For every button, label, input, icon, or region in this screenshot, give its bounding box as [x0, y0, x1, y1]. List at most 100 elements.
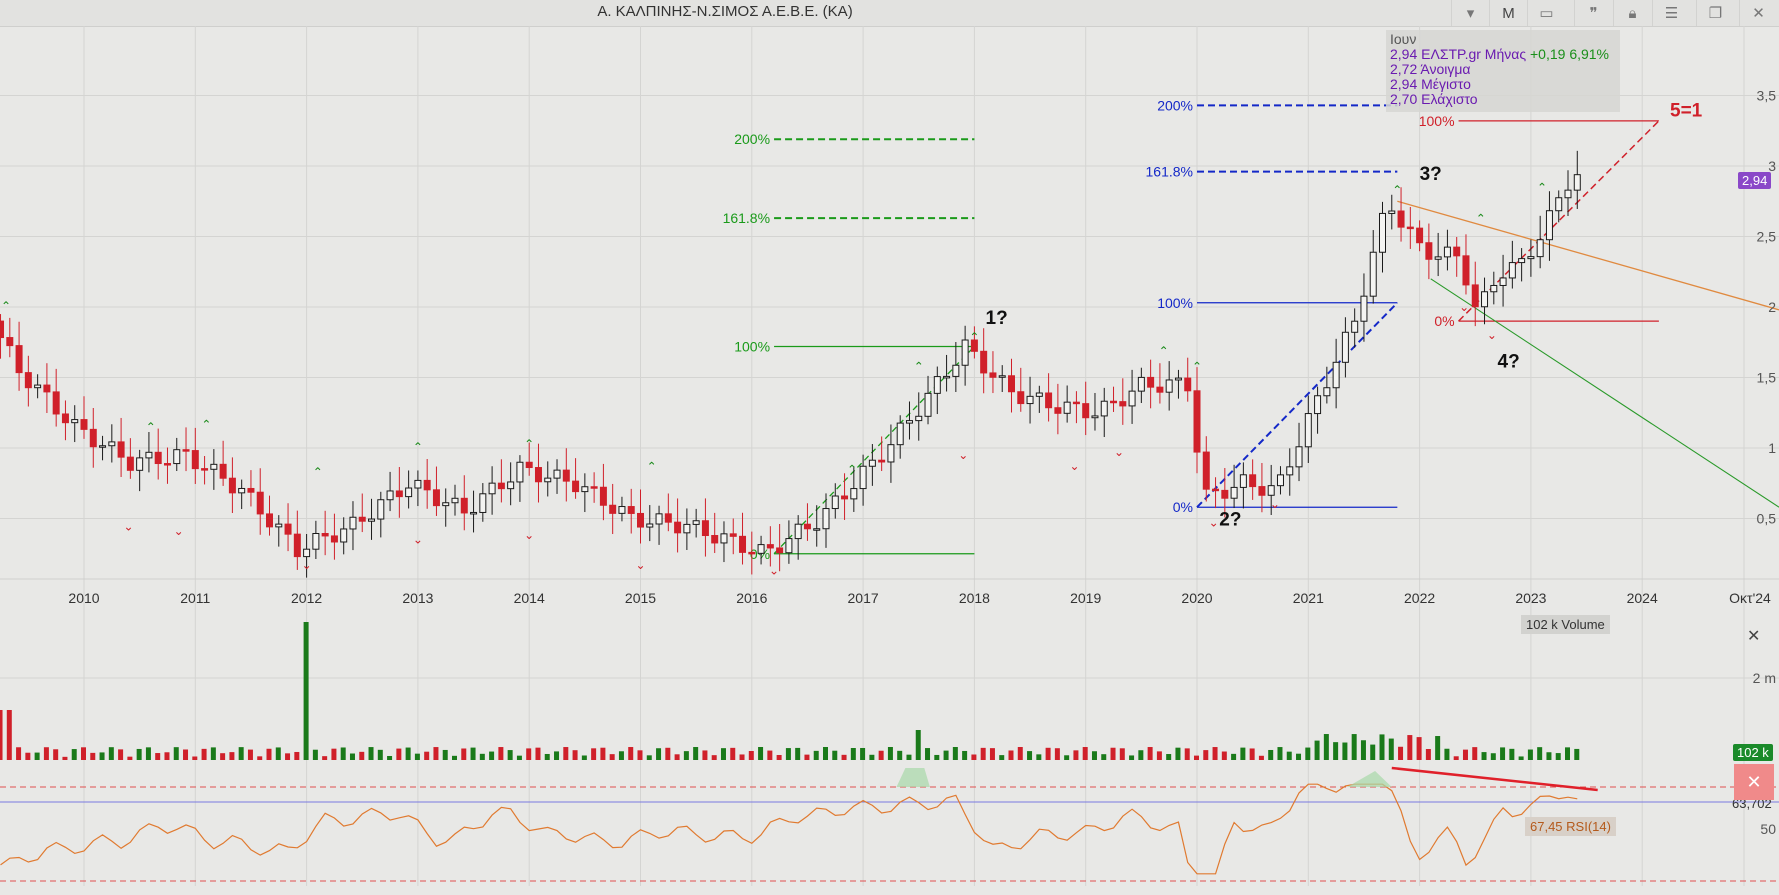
candle-body — [1110, 400, 1118, 404]
candle-body — [1147, 376, 1155, 388]
candle-body — [1425, 242, 1433, 260]
candle-body — [757, 544, 765, 554]
candle-body — [1443, 246, 1451, 258]
candle-body — [1388, 210, 1396, 214]
volume-bar — [1138, 750, 1144, 760]
volume-bar — [1351, 734, 1357, 760]
volume-close-icon[interactable]: ✕ — [1747, 626, 1760, 646]
candle-body — [627, 506, 635, 514]
quote-icon[interactable]: ❞ — [1574, 0, 1612, 26]
volume-bar — [396, 748, 402, 760]
candle-body — [0, 320, 5, 339]
candle-body — [182, 449, 190, 452]
fractal-down-arrow: ⌄ — [174, 524, 184, 538]
volume-bar — [1305, 747, 1311, 760]
title-bar: Α. ΚΑΛΠΙΝΗΣ-Ν.ΣΙΜΟΣ Α.Ε.Β.Ε. (ΚΑ) ▾ M ▭ … — [0, 0, 1779, 27]
candle-body — [1286, 466, 1294, 476]
volume-bar — [795, 747, 801, 760]
restore-icon[interactable]: ❐ — [1696, 0, 1734, 26]
candle-body — [1573, 174, 1581, 191]
volume-bar — [1537, 747, 1543, 760]
volume-bar — [1416, 737, 1422, 760]
volume-bar — [850, 748, 856, 760]
volume-bar — [1509, 748, 1515, 760]
x-tick-label: 2016 — [736, 590, 767, 606]
x-tick-label: 2019 — [1070, 590, 1101, 606]
candle-body — [136, 457, 144, 471]
volume-bar — [1407, 735, 1413, 760]
candle-body — [80, 419, 88, 430]
volume-bar — [887, 747, 893, 760]
volume-bar — [118, 749, 124, 760]
rsi-close-icon[interactable]: ✕ — [1734, 764, 1774, 800]
volume-bar — [1008, 750, 1014, 760]
volume-bar — [1166, 754, 1172, 760]
chevron-down-icon[interactable]: ▾ — [1451, 0, 1489, 26]
fractal-down-arrow: ⌄ — [1459, 300, 1469, 314]
layout-icon[interactable]: ▭ — [1527, 0, 1565, 26]
volume-bar — [544, 753, 550, 760]
candle-body — [247, 487, 255, 493]
volume-bar — [1203, 750, 1209, 760]
x-tick-label: 2011 — [180, 590, 210, 606]
candle-body — [423, 479, 431, 491]
volume-bar — [99, 752, 105, 760]
volume-bar — [1221, 751, 1227, 760]
x-tick-label: 2023 — [1515, 590, 1546, 606]
x-tick-label: 2021 — [1293, 590, 1324, 606]
volume-bar — [618, 751, 624, 760]
candle-body — [739, 535, 747, 553]
lock-icon[interactable]: 🔒︎ — [1613, 0, 1651, 26]
x-tick-label: 2017 — [848, 590, 879, 606]
candle-body — [896, 422, 904, 446]
candle-body — [841, 495, 849, 500]
volume-bar — [1314, 740, 1320, 760]
candle-body — [924, 392, 932, 417]
volume-bar — [433, 747, 439, 760]
candle-body — [1258, 486, 1266, 496]
candle-body — [1304, 413, 1312, 448]
x-tick-label: 2015 — [625, 590, 656, 606]
volume-bar — [980, 747, 986, 760]
volume-bar — [915, 730, 921, 760]
candle-body — [1193, 390, 1201, 453]
candle-body — [377, 499, 385, 520]
candle-body — [1323, 387, 1331, 397]
close-icon[interactable]: ✕ — [1739, 0, 1777, 26]
candle-body — [905, 420, 913, 424]
ohlc-info: Ιουν 2,94 ΕΛΣΤΡ.gr Μήνας +0,19 6,91% 2,7… — [1386, 30, 1620, 112]
ohlc-low: 2,70 Ελάχιστο — [1390, 91, 1478, 107]
volume-bar — [368, 747, 374, 760]
volume-bar — [414, 753, 420, 760]
volume-bar — [1119, 748, 1125, 760]
price-chart[interactable]: 0%100%161.8%200%0%100%161.8%200%0%100% ⌃… — [0, 26, 1779, 895]
ohlc-change: +0,19 6,91% — [1530, 46, 1610, 62]
candle-body — [1026, 395, 1034, 405]
candle-body — [163, 463, 171, 466]
fib-level-label: 161.8% — [1146, 164, 1193, 180]
volume-bar — [405, 747, 411, 760]
fractal-down-arrow: ⌄ — [123, 520, 133, 534]
y-tick-label: 1 — [1768, 440, 1776, 456]
volume-bar — [563, 747, 569, 760]
volume-bar — [748, 751, 754, 760]
candle-body — [1471, 284, 1479, 308]
volume-bar — [711, 755, 717, 760]
fractal-down-arrow: ⌄ — [958, 448, 968, 462]
volume-bar — [247, 749, 253, 760]
fib-level-label: 161.8% — [723, 210, 770, 226]
fib-blue-anchor — [1196, 302, 1399, 508]
volume-bar — [767, 750, 773, 760]
volume-bar — [257, 756, 263, 760]
menu-icon[interactable]: ☰ — [1652, 0, 1690, 26]
volume-bar — [452, 755, 457, 760]
candle-body — [1351, 320, 1359, 333]
candle-body — [1314, 395, 1322, 415]
candle-body — [117, 441, 125, 458]
candle-body — [6, 337, 14, 347]
last-price-badge: 2,94 — [1738, 172, 1772, 189]
period-button[interactable]: M — [1489, 0, 1527, 26]
fractal-up-arrow: ⌃ — [201, 417, 211, 431]
candle-body — [683, 523, 691, 534]
volume-bar — [1323, 734, 1329, 760]
